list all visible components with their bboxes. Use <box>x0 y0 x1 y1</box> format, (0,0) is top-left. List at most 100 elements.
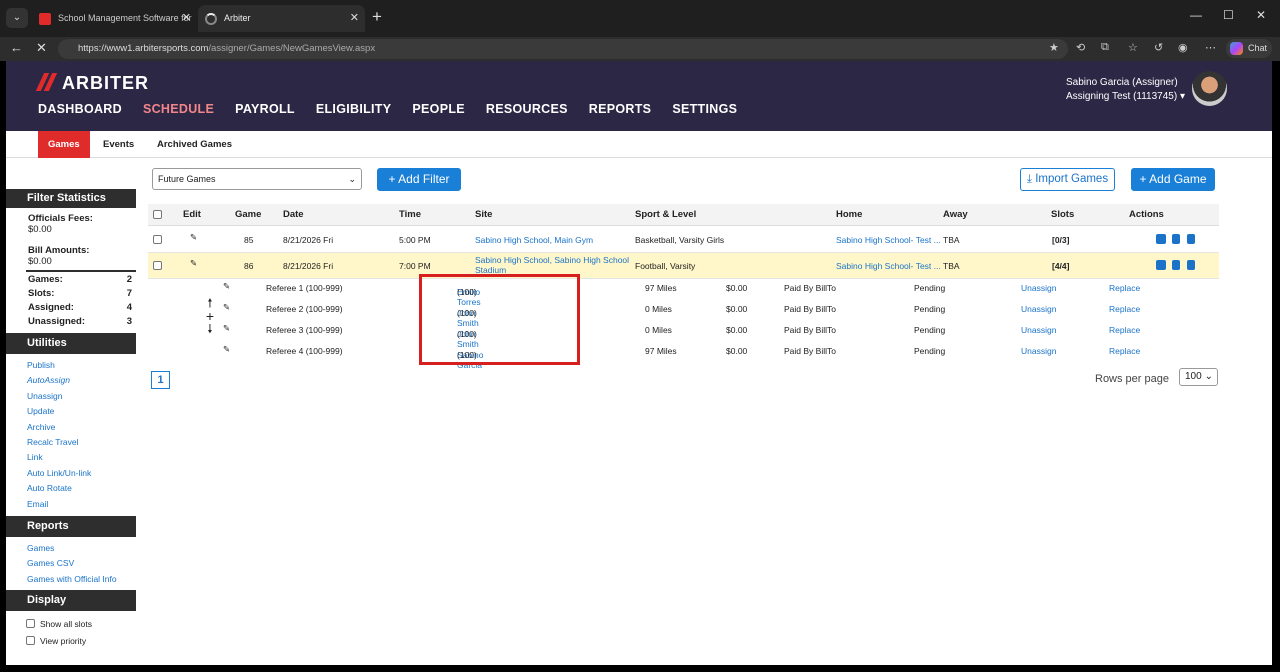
nav-payroll[interactable]: PAYROLL <box>235 102 295 116</box>
maximize-icon[interactable]: ☐ <box>1223 8 1234 22</box>
close-tab-icon[interactable]: ✕ <box>350 5 359 32</box>
rows-per-page-select[interactable]: 100 ⌄ <box>1179 368 1218 386</box>
minimize-icon[interactable]: — <box>1190 8 1202 22</box>
close-window-icon[interactable]: ✕ <box>1256 8 1266 22</box>
utility-link[interactable]: Link <box>6 450 136 465</box>
message-icon[interactable] <box>1156 234 1166 244</box>
user-menu[interactable]: Sabino Garcia (Assigner) Assigning Test … <box>1066 76 1185 104</box>
unassign-link[interactable]: Unassign <box>1021 283 1056 293</box>
history-icon[interactable]: ↺ <box>1154 41 1163 54</box>
add-filter-button[interactable]: + Add Filter <box>377 168 461 191</box>
filter-select[interactable]: Future Games ⌄ <box>152 168 362 190</box>
game-site-link[interactable]: Sabino High School, Sabino High School <box>475 255 629 265</box>
browser-tab-school-management[interactable]: School Management Software for ✕ <box>32 5 197 32</box>
nav-resources[interactable]: RESOURCES <box>486 102 568 116</box>
utility-auto-link[interactable]: Auto Link/Un-link <box>6 466 136 481</box>
report-games-csv[interactable]: Games CSV <box>6 556 136 571</box>
utility-update[interactable]: Update <box>6 404 136 419</box>
copilot-chat-button[interactable]: Chat <box>1226 39 1272 58</box>
view-priority-option[interactable]: View priority <box>6 632 136 649</box>
col-game[interactable]: Game <box>235 204 261 226</box>
trash-icon[interactable] <box>1187 234 1195 244</box>
row-checkbox[interactable] <box>153 261 162 270</box>
replace-link[interactable]: Replace <box>1109 283 1140 293</box>
nav-eligibility[interactable]: ELIGIBILITY <box>316 102 392 116</box>
edit-pencil-icon[interactable]: ✎ <box>223 344 230 355</box>
edit-pencil-icon[interactable]: ✎ <box>190 232 197 243</box>
close-tab-icon[interactable]: ✕ <box>182 5 191 32</box>
select-all-checkbox[interactable] <box>153 210 162 219</box>
table-row-selected[interactable]: ✎ 86 8/21/2026 Fri 7:00 PM Sabino High S… <box>148 253 1219 279</box>
stop-loading-icon[interactable]: ✕ <box>36 40 47 56</box>
nav-people[interactable]: PEOPLE <box>412 102 465 116</box>
slots-status[interactable]: [0/3] <box>1052 235 1069 245</box>
game-site-link[interactable]: Sabino High School, Main Gym <box>475 235 593 245</box>
utility-publish[interactable]: Publish <box>6 358 136 373</box>
col-time[interactable]: Time <box>399 204 421 226</box>
arbiter-logo[interactable]: ARBITER <box>35 73 149 94</box>
col-site[interactable]: Site <box>475 204 492 226</box>
message-icon[interactable] <box>1156 260 1166 270</box>
unassign-link[interactable]: Unassign <box>1021 304 1056 314</box>
tab-list-button[interactable]: ⌄ <box>6 8 28 28</box>
replace-link[interactable]: Replace <box>1109 304 1140 314</box>
edit-pencil-icon[interactable]: ✎ <box>190 258 197 269</box>
row-checkbox[interactable] <box>153 235 162 244</box>
nav-reports[interactable]: REPORTS <box>589 102 652 116</box>
nav-dashboard[interactable]: DASHBOARD <box>38 102 122 116</box>
nav-settings[interactable]: SETTINGS <box>672 102 737 116</box>
browser-tab-arbiter[interactable]: Arbiter ✕ <box>198 5 365 32</box>
official-slot-row[interactable]: ✎ Referee 2 (100-999) John Smith (100) 0… <box>148 300 1219 328</box>
import-games-button[interactable]: ⤓ Import Games <box>1020 168 1115 191</box>
new-tab-icon[interactable]: + <box>372 7 382 27</box>
favorite-star-icon[interactable]: ★ <box>1049 41 1059 54</box>
view-priority-checkbox[interactable] <box>26 636 35 646</box>
slots-status[interactable]: [4/4] <box>1052 261 1069 271</box>
replace-link[interactable]: Replace <box>1109 346 1140 356</box>
col-date[interactable]: Date <box>283 204 304 226</box>
document-icon[interactable] <box>1172 234 1180 244</box>
pagination-page-1[interactable]: 1 <box>151 371 170 389</box>
avatar[interactable] <box>1192 71 1227 106</box>
utility-archive[interactable]: Archive <box>6 420 136 435</box>
edit-pencil-icon[interactable]: ✎ <box>223 323 230 334</box>
official-slot-row[interactable]: ✎ Referee 3 (100-999) John Smith (100) 0… <box>148 321 1219 349</box>
col-sport-level[interactable]: Sport & Level <box>635 204 696 226</box>
official-slot-row[interactable]: ✎ Referee 1 (100-999) Emilio Torres (100… <box>148 279 1219 307</box>
tab-events[interactable]: Events <box>93 131 144 158</box>
trash-icon[interactable] <box>1187 260 1195 270</box>
unassign-link[interactable]: Unassign <box>1021 325 1056 335</box>
utility-autoassign[interactable]: AutoAssign <box>6 373 136 388</box>
read-aloud-icon[interactable]: ⟲ <box>1076 41 1085 54</box>
table-row[interactable]: ✎ 85 8/21/2026 Fri 5:00 PM Sabino High S… <box>148 227 1219 253</box>
edit-pencil-icon[interactable]: ✎ <box>223 302 230 313</box>
home-team-link[interactable]: Sabino High School- Test ... <box>836 235 941 245</box>
show-all-slots-option[interactable]: Show all slots <box>6 615 136 632</box>
utility-recalc-travel[interactable]: Recalc Travel <box>6 435 136 450</box>
col-away[interactable]: Away <box>943 204 968 226</box>
unassign-link[interactable]: Unassign <box>1021 346 1056 356</box>
tab-games[interactable]: Games <box>38 131 90 158</box>
utility-unassign[interactable]: Unassign <box>6 389 136 404</box>
tab-archived-games[interactable]: Archived Games <box>147 131 242 158</box>
col-home[interactable]: Home <box>836 204 862 226</box>
col-slots[interactable]: Slots <box>1051 204 1074 226</box>
edit-pencil-icon[interactable]: ✎ <box>223 281 230 292</box>
profile-icon[interactable]: ◉ <box>1178 41 1188 54</box>
favorites-icon[interactable]: ☆ <box>1128 41 1138 54</box>
report-games[interactable]: Games <box>6 541 136 556</box>
nav-schedule[interactable]: SCHEDULE <box>143 102 214 116</box>
add-game-button[interactable]: + Add Game <box>1131 168 1215 191</box>
extensions-icon[interactable]: ⧉ <box>1101 41 1109 54</box>
home-team-link[interactable]: Sabino High School- Test ... <box>836 261 941 271</box>
replace-link[interactable]: Replace <box>1109 325 1140 335</box>
back-icon[interactable]: ← <box>10 40 23 55</box>
official-slot-row[interactable]: ✎ Referee 4 (100-999) Sabino Garcia (100… <box>148 342 1219 370</box>
url-field[interactable]: https://www1.arbitersports.com/assigner/… <box>58 39 1068 59</box>
document-icon[interactable] <box>1172 260 1180 270</box>
show-all-slots-checkbox[interactable] <box>26 619 35 629</box>
utility-auto-rotate[interactable]: Auto Rotate <box>6 481 136 496</box>
report-games-official-info[interactable]: Games with Official Info <box>6 572 136 587</box>
utility-email[interactable]: Email <box>6 497 136 512</box>
more-options-icon[interactable]: ⋯ <box>1205 41 1216 54</box>
